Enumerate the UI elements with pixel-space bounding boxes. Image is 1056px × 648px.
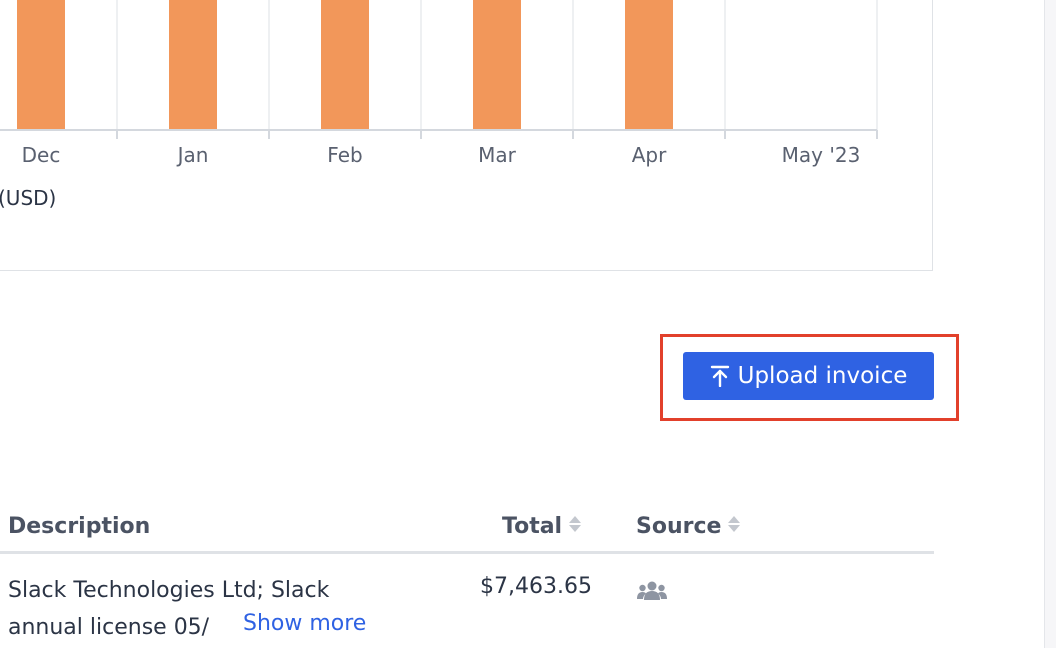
bar-jan[interactable] bbox=[169, 0, 217, 130]
x-tick-label: Dec bbox=[22, 143, 61, 167]
x-tick-label: Feb bbox=[327, 143, 362, 167]
column-header-total[interactable]: Total bbox=[502, 514, 582, 540]
chart-currency-label: (USD) bbox=[0, 186, 57, 210]
spend-bar-chart: Dec Jan Feb Mar Apr May '23 bbox=[0, 0, 878, 167]
x-tick-label: Apr bbox=[632, 143, 667, 167]
sort-icon[interactable] bbox=[727, 514, 741, 540]
description-line-1: Slack Technologies Ltd; Slack bbox=[8, 578, 330, 603]
upload-invoice-button[interactable]: Upload invoice bbox=[683, 352, 934, 400]
show-more-link[interactable]: Show more bbox=[243, 611, 366, 636]
sort-icon[interactable] bbox=[568, 514, 582, 540]
bar-dec[interactable] bbox=[17, 0, 65, 130]
upload-invoice-label: Upload invoice bbox=[737, 363, 908, 389]
bar-feb[interactable] bbox=[321, 0, 369, 130]
column-label-description: Description bbox=[8, 514, 151, 539]
row-total: $7,463.65 bbox=[480, 574, 592, 599]
column-label-total: Total bbox=[502, 514, 563, 539]
x-tick-label: Jan bbox=[176, 143, 209, 167]
description-line-2: annual license 05/ bbox=[8, 615, 210, 640]
scrollbar-track[interactable] bbox=[1044, 0, 1056, 648]
column-header-description: Description bbox=[8, 514, 150, 539]
users-icon bbox=[636, 580, 668, 606]
table-header-divider bbox=[0, 551, 934, 554]
column-label-source: Source bbox=[636, 514, 722, 539]
upload-arrow-icon bbox=[710, 365, 730, 387]
bar-mar[interactable] bbox=[473, 0, 521, 130]
x-tick-label: Mar bbox=[478, 143, 517, 167]
x-tick-label: May '23 bbox=[782, 143, 861, 167]
column-header-source[interactable]: Source bbox=[636, 514, 741, 540]
spend-chart-card: Dec Jan Feb Mar Apr May '23 (USD) bbox=[0, 0, 933, 271]
bar-apr[interactable] bbox=[625, 0, 673, 130]
